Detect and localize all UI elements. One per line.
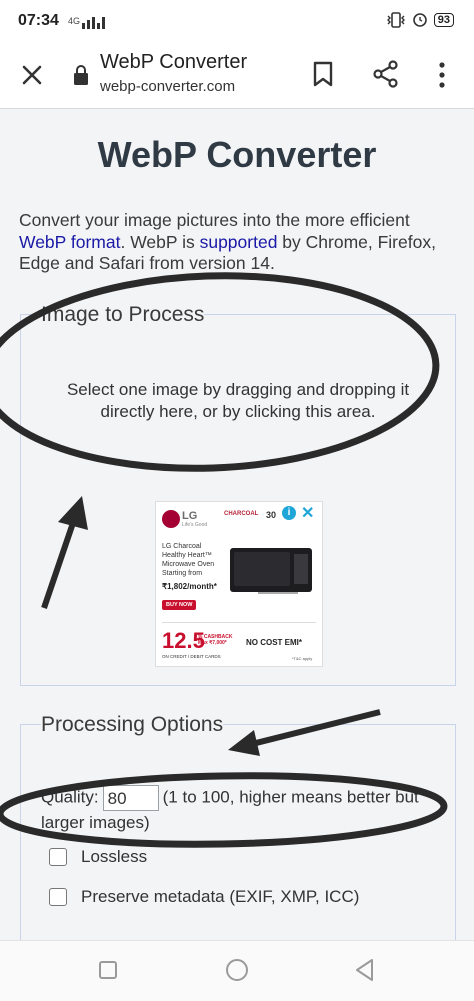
vibrate-icon — [386, 12, 405, 28]
metadata-checkbox[interactable] — [49, 888, 67, 906]
advertisement[interactable]: LG Life's Good CHARCOAL 30 i ✕ LG Charco… — [155, 501, 323, 667]
supported-link[interactable]: supported — [200, 232, 278, 252]
signal-icon — [82, 17, 105, 29]
ad-buy-button[interactable]: BUY NOW — [162, 600, 197, 610]
url-text[interactable]: webp-converter.com — [100, 78, 235, 95]
ad-divider — [162, 622, 316, 623]
ad-line-2: Healthy Heart™ — [162, 552, 212, 559]
system-nav-bar — [0, 940, 474, 1001]
home-icon[interactable] — [224, 957, 250, 983]
ad-close-icon[interactable]: ✕ — [301, 503, 314, 523]
lossless-checkbox[interactable] — [49, 848, 67, 866]
quality-row: Quality: 80 (1 to 100, higher means better… — [41, 785, 441, 835]
browser-toolbar: WebP Converter webp-converter.com — [0, 42, 474, 109]
webp-format-link[interactable]: WebP format — [19, 232, 120, 252]
status-icons: 93 — [386, 12, 454, 28]
network-type: 4G — [68, 16, 81, 26]
microwave-image — [230, 548, 312, 594]
recent-apps-icon[interactable] — [95, 957, 121, 983]
options-legend: Processing Options — [41, 713, 224, 737]
metadata-option[interactable]: Preserve metadata (EXIF, XMP, ICC) — [49, 887, 359, 907]
alarm-icon — [412, 13, 427, 27]
intro-text: Convert your image pictures into the mor… — [19, 210, 459, 275]
ad-brand: LG — [182, 510, 198, 522]
share-icon[interactable] — [371, 59, 401, 89]
processing-options-panel: Processing Options Quality: 80 (1 to 100, … — [20, 713, 456, 966]
ad-line-3: Microwave Oven — [162, 561, 215, 568]
quality-input[interactable]: 80 — [102, 785, 159, 811]
image-drop-area[interactable]: Image to Process Select one image by dra… — [20, 303, 456, 686]
ad-price: ₹1,802/month* — [162, 582, 217, 591]
more-options-icon[interactable] — [432, 60, 452, 90]
close-icon[interactable] — [18, 61, 46, 89]
battery-indicator: 93 — [433, 13, 454, 27]
ad-years-badge: 30 — [266, 510, 277, 520]
status-time: 07:34 — [18, 12, 59, 29]
lock-icon — [74, 65, 88, 85]
lossless-label: Lossless — [81, 847, 148, 866]
ad-line-1: LG Charcoal — [162, 543, 202, 550]
ad-cashback-label: % CASHBACK Max ₹7,000* — [198, 634, 233, 646]
lossless-option[interactable]: Lossless — [49, 847, 147, 867]
bookmark-icon[interactable] — [310, 60, 336, 88]
page-title: WebP Converter — [97, 134, 377, 175]
back-icon[interactable] — [352, 957, 378, 983]
ad-brand-tagline: Life's Good — [182, 522, 208, 528]
ad-card-text: ON CREDIT / DEBIT CARDS — [162, 654, 221, 659]
quality-label: Quality: — [41, 787, 99, 807]
page-title-bar: WebP Converter — [100, 51, 248, 73]
drop-instructions[interactable]: Select one image by dragging and droppin… — [51, 379, 425, 423]
ad-info-icon[interactable]: i — [282, 506, 296, 520]
image-panel-legend: Image to Process — [41, 303, 205, 327]
ad-tc-text: *T&C apply — [292, 656, 313, 661]
status-bar: 07:34 4G 93 — [0, 0, 474, 42]
ad-charcoal-badge: CHARCOAL — [224, 511, 259, 517]
ad-emi-text: NO COST EMI* — [246, 638, 303, 647]
intro-text-2: . WebP is — [120, 231, 200, 252]
metadata-label: Preserve metadata (EXIF, XMP, ICC) — [81, 887, 360, 906]
ad-starting: Starting from — [162, 570, 203, 577]
ad-product-name: LG Charcoal Healthy Heart™ Microwave Ove… — [162, 542, 214, 578]
intro-text-1: Convert your image pictures into the mor… — [19, 210, 410, 230]
lg-logo-icon — [162, 510, 180, 528]
